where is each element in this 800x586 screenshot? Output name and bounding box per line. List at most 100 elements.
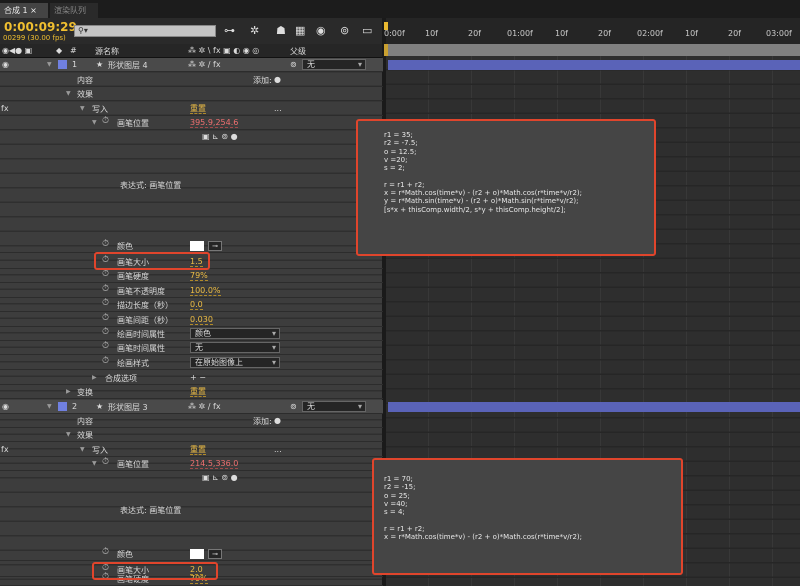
pickwhip-icon[interactable]: ⊚ [290,402,297,411]
expression-editor-1[interactable]: r1 = 35; r2 = -7.5; o = 12.5; v =20; s =… [384,131,582,214]
expression-editor-2[interactable]: r1 = 70; r2 = -15; o = 25; v =40; s = 4;… [384,475,582,541]
property-color: 颜色 [117,242,133,251]
effect-write[interactable]: 写入 [92,104,108,115]
property-stroke-length: 描边长度（秒） [117,301,173,310]
stopwatch-icon[interactable]: ⏱ [102,547,109,557]
frame-blend-icon[interactable]: ▦ [295,24,305,37]
stopwatch-icon[interactable]: ⏱ [102,239,109,249]
add-remove-buttons[interactable]: + − [190,373,206,382]
column-source-name[interactable]: 源名称 [95,46,119,57]
expand-triangle-icon[interactable]: ▼ [80,105,85,112]
expand-triangle-icon[interactable]: ▼ [92,119,97,126]
expression-enable-icon[interactable]: ▣ ⊾ ⊚ ● [202,473,238,482]
content-group[interactable]: 内容 [77,416,93,427]
effect-write[interactable]: 写入 [92,445,108,456]
property-row[interactable] [0,87,383,101]
work-area-bar[interactable] [386,44,800,56]
current-time-indicator[interactable] [384,44,388,56]
stopwatch-icon[interactable]: ⏱ [102,269,109,279]
property-paint-style: 绘画样式 [117,359,149,368]
reset-button[interactable]: 重置 [190,104,206,114]
composite-options[interactable]: 合成选项 [105,373,137,384]
reset-button[interactable]: 重置 [190,445,206,455]
label-color-swatch[interactable] [58,402,67,411]
current-time[interactable]: 0:00:09:29 [4,20,77,34]
effects-group[interactable]: 效果 [77,430,93,441]
stopwatch-icon[interactable]: ⏱ [102,313,109,323]
property-row[interactable] [0,414,383,428]
add-menu-icon[interactable]: ● [274,75,281,84]
stopwatch-icon[interactable]: ⏱ [102,116,109,126]
stopwatch-icon[interactable]: ⏱ [102,356,109,366]
ruler-tick-label: 02:00f [637,29,663,38]
visibility-eye-icon[interactable]: ◉ [2,60,9,69]
expand-triangle-icon[interactable]: ▶ [92,374,97,381]
transform-group[interactable]: 变换 [77,387,93,398]
layer-switches[interactable]: ⁂ ✲ ∕ fx [188,402,221,411]
av-switches-icon: ◉◀● ▣ [2,46,33,55]
parent-select[interactable]: 无 [302,401,366,412]
expand-triangle-icon[interactable]: ▼ [92,460,97,467]
time-navigator-start[interactable] [384,22,388,30]
effect-options[interactable]: ... [274,445,282,454]
column-switches: ⁂ ✲ \ fx ▣ ◐ ◉ ◎ [188,46,260,55]
layer-expand-icon[interactable]: ▼ [47,61,52,68]
transform-reset-button[interactable]: 重置 [190,387,206,397]
color-swatch[interactable] [190,241,204,251]
brush-size-1-highlight [94,252,210,270]
expression-enable-icon[interactable]: ▣ ⊾ ⊚ ● [202,132,238,141]
tab-composition-1[interactable]: 合成 1 × [0,3,48,18]
brush-position-value[interactable]: 395.9,254.6 [190,118,239,128]
parent-select[interactable]: 无 [302,59,366,70]
draft-3d-icon[interactable]: ✲ [250,24,259,37]
expand-triangle-icon[interactable]: ▼ [80,446,85,453]
property-row[interactable] [0,428,383,442]
hardness-value[interactable]: 79% [190,271,208,281]
stopwatch-icon[interactable]: ⏱ [102,341,109,351]
tab-render-queue[interactable]: 渲染队列 [50,3,98,18]
brainstorm-icon[interactable]: ▭ [362,24,372,37]
ruler-tick-label: 01:00f [507,29,533,38]
stopwatch-icon[interactable]: ⏱ [102,298,109,308]
column-header: ◉◀● ▣ ◆ # 源名称 ⁂ ✲ \ fx ▣ ◐ ◉ ◎ 父级 [0,44,383,58]
fx-icon: fx [1,445,9,454]
content-group[interactable]: 内容 [77,75,93,86]
motion-blur-icon[interactable]: ◉ [316,24,326,37]
property-row[interactable] [0,73,383,87]
spacing-value[interactable]: 0.030 [190,315,213,325]
paint-time-select[interactable]: 颜色 [190,328,280,339]
expand-triangle-icon[interactable]: ▼ [66,431,71,438]
add-menu-icon[interactable]: ● [274,416,281,425]
layer-name[interactable]: 形状图层 3 [108,402,148,413]
color-swatch[interactable] [190,549,204,559]
expand-triangle-icon[interactable]: ▼ [66,90,71,97]
layer-name[interactable]: 形状图层 4 [108,60,148,71]
graph-editor-icon[interactable]: ⊚ [340,24,349,37]
layer-expand-icon[interactable]: ▼ [47,403,52,410]
opacity-value[interactable]: 100.0% [190,286,221,296]
fx-icon: fx [1,104,9,113]
layer-2-duration-bar[interactable] [388,402,800,412]
paint-style-select[interactable]: 在原始图像上 [190,357,280,368]
shy-icon[interactable]: ☗ [276,24,286,37]
brush-time-select[interactable]: 无 [190,342,280,353]
property-brush-time: 画笔时间属性 [117,344,165,353]
stopwatch-icon[interactable]: ⏱ [102,457,109,467]
column-number: # [70,46,77,55]
brush-position-value[interactable]: 214.5,336.0 [190,459,239,469]
eyedropper-icon[interactable]: ⊸ [208,241,222,251]
pickwhip-icon[interactable]: ⊚ [290,60,297,69]
eyedropper-icon[interactable]: ⊸ [208,549,222,559]
search-input[interactable]: ⚲▾ [74,25,216,37]
visibility-eye-icon[interactable]: ◉ [2,402,9,411]
stopwatch-icon[interactable]: ⏱ [102,327,109,337]
label-color-swatch[interactable] [58,60,67,69]
layer-1-duration-bar[interactable] [388,60,800,70]
effects-group[interactable]: 效果 [77,89,93,100]
comp-flowchart-icon[interactable]: ⊶ [224,24,235,37]
stroke-length-value[interactable]: 0.0 [190,300,203,310]
effect-options[interactable]: ... [274,104,282,113]
stopwatch-icon[interactable]: ⏱ [102,284,109,294]
layer-switches[interactable]: ⁂ ✲ ∕ fx [188,60,221,69]
expand-triangle-icon[interactable]: ▶ [66,388,71,395]
